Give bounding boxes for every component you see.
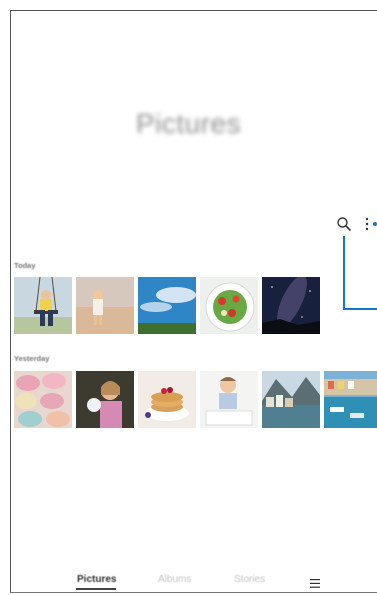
page-title: Pictures <box>135 108 242 139</box>
photo-thumbnail-macarons[interactable] <box>14 371 72 428</box>
tab-pictures[interactable]: Pictures <box>77 574 116 585</box>
photo-thumbnail-lakeside-village[interactable] <box>262 371 320 428</box>
more-options-button[interactable] <box>362 215 372 233</box>
section-label-yesterday: Yesterday <box>14 354 50 363</box>
section-label-today: Today <box>14 261 36 270</box>
active-tab-indicator <box>76 588 116 590</box>
photo-thumbnail-beach-child[interactable] <box>76 277 134 334</box>
photo-thumbnail-toddler-drawing[interactable] <box>200 371 258 428</box>
photo-thumbnail-swing-kid[interactable] <box>14 277 72 334</box>
hamburger-menu-button[interactable] <box>310 575 320 588</box>
more-options-icon <box>365 217 369 231</box>
tab-stories[interactable]: Stories <box>234 574 265 585</box>
photo-thumbnail-night-sky[interactable] <box>262 277 320 334</box>
callout-line-vertical <box>343 236 345 308</box>
bottom-navigation: Pictures Albums Stories <box>0 574 377 590</box>
callout-line-horizontal <box>343 308 377 310</box>
photo-thumbnail-girl-with-flower[interactable] <box>76 371 134 428</box>
photo-thumbnail-blue-sky[interactable] <box>138 277 196 334</box>
search-icon <box>337 217 351 231</box>
photo-thumbnail-salad-plate[interactable] <box>200 277 258 334</box>
callout-marker <box>373 222 377 226</box>
search-button[interactable] <box>335 215 353 233</box>
photo-thumbnail-harbor-boats[interactable] <box>324 371 377 428</box>
hamburger-menu-icon <box>310 579 320 588</box>
photo-thumbnail-pancakes-berries[interactable] <box>138 371 196 428</box>
tab-albums[interactable]: Albums <box>158 574 191 585</box>
